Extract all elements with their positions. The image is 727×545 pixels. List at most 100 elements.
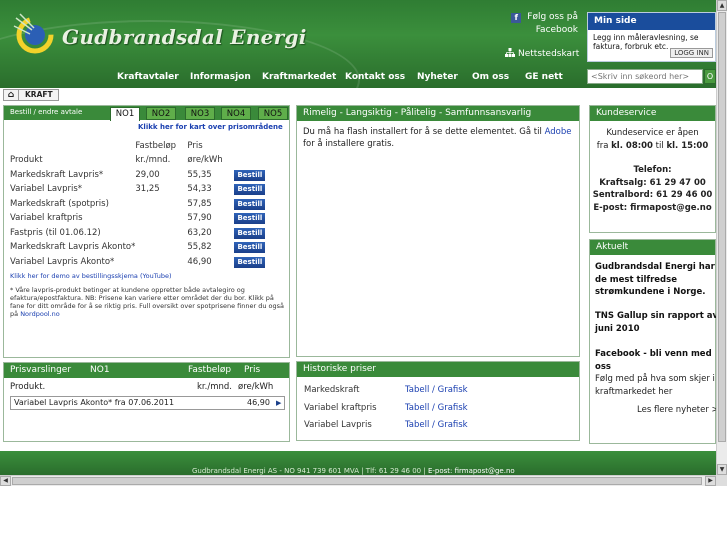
nav-ge-nett[interactable]: GE nett	[525, 72, 563, 82]
slogan-box: Rimelig - Langsiktig - Pålitelig - Samfu…	[296, 105, 580, 357]
play-arrow-icon[interactable]: ▶	[276, 397, 281, 409]
product-name: Markedskraft (spotpris)	[10, 198, 109, 209]
price-value: 63,20	[187, 227, 212, 238]
nav-nyheter[interactable]: Nyheter	[417, 72, 458, 82]
product-name: Markedskraft Lavpris*	[10, 169, 104, 180]
price-alert-title: Prisvarslinger	[10, 365, 72, 375]
price-alert-product-label: Produkt.	[10, 382, 46, 392]
fixed-fee: 31,25	[135, 184, 160, 195]
scroll-corner	[716, 475, 727, 486]
map-link[interactable]: Klikk her for kart over prisområdene	[138, 123, 283, 131]
scroll-left-icon[interactable]: ◀	[0, 476, 11, 486]
nordpool-link[interactable]: Nordpool.no	[20, 310, 60, 318]
home-icon[interactable]: ⌂	[3, 89, 19, 101]
breadcrumb-kraft[interactable]: KRAFT	[19, 89, 59, 101]
price-alert-select[interactable]: Variabel Lavpris Akonto* fra 07.06.2011 …	[10, 396, 285, 410]
email-link[interactable]: E-post: firmapost@ge.no	[590, 202, 715, 215]
news-box: Aktuelt Gudbrandsdal Energi har de mest …	[589, 239, 726, 444]
product-name: Variabel Lavpris Akonto*	[10, 256, 115, 267]
price-table: Fastbeløp Pris Produkt kr./mnd. øre/kWh …	[10, 139, 280, 270]
product-name: Variabel Lavpris*	[10, 184, 83, 195]
page: Gudbrandsdal Energi f Følg oss på Faceboo…	[0, 0, 726, 475]
history-label: Variabel Lavpris	[304, 420, 372, 430]
nav-informasjon[interactable]: Informasjon	[190, 72, 251, 82]
flash-message: Du må ha flash installert for å se dette…	[297, 121, 579, 155]
search-input[interactable]	[587, 69, 703, 84]
footer: Gudbrandsdal Energi AS - NO 941 739 601 …	[0, 451, 716, 475]
price-value: 57,90	[187, 213, 212, 224]
tab-no2[interactable]: NO2	[146, 107, 176, 120]
scroll-right-icon[interactable]: ▶	[705, 476, 716, 486]
news-title: Aktuelt	[590, 240, 715, 255]
product-name: Fastpris (til 01.06.12)	[10, 227, 101, 238]
col-fixed-unit: kr./mnd.	[135, 155, 171, 166]
order-button[interactable]: Bestill	[234, 256, 266, 268]
col-product-label: Produkt	[10, 155, 43, 166]
news-item[interactable]: TNS Gallup sin rapport av juni 2010	[595, 310, 719, 335]
history-label: Variabel kraftpris	[304, 403, 377, 413]
price-alert-col-price: Pris	[244, 365, 261, 375]
customer-service-box: Kundeservice Kundeservice er åpen fra kl…	[589, 105, 716, 233]
phone-label: Telefon:	[633, 165, 672, 175]
news-item[interactable]: Facebook - bli venn med oss Følg med på h…	[595, 348, 719, 398]
nav-kraftavtaler[interactable]: Kraftavtaler	[117, 72, 179, 82]
more-news-link[interactable]: Les flere nyheter >>	[637, 404, 727, 417]
nav-kontakt-oss[interactable]: Kontakt oss	[345, 72, 405, 82]
order-button[interactable]: Bestill	[234, 213, 266, 225]
logo-text[interactable]: Gudbrandsdal Energi	[62, 25, 307, 49]
bestill-label: Bestill / endre avtale	[10, 108, 83, 116]
search-button[interactable]: O	[704, 69, 716, 84]
sitemap-link[interactable]: Nettstedskart	[505, 48, 579, 59]
sitemap-icon	[505, 48, 515, 57]
order-button[interactable]: Bestill	[234, 169, 266, 181]
login-button[interactable]: LOGG INN	[670, 48, 713, 58]
history-links[interactable]: Tabell / Grafisk	[405, 403, 468, 413]
scroll-down-icon[interactable]: ▼	[717, 464, 727, 475]
vertical-scrollbar[interactable]: ▲ ▼	[716, 0, 727, 475]
price-value: 57,85	[187, 198, 212, 209]
history-links[interactable]: Tabell / Grafisk	[405, 385, 468, 395]
min-side-title: Min side	[588, 13, 715, 30]
nav-om-oss[interactable]: Om oss	[472, 72, 509, 82]
area-tabs: Bestill / endre avtale NO1 NO2 NO3 NO4 N…	[4, 106, 289, 121]
order-button[interactable]: Bestill	[234, 227, 266, 239]
tab-no1[interactable]: NO1	[110, 107, 140, 121]
phone-sentralbord: Sentralbord: 61 29 46 00	[592, 190, 713, 200]
facebook-line1: Følg oss på	[527, 12, 578, 22]
tab-no5[interactable]: NO5	[258, 107, 288, 120]
price-alert-selected-price: 46,90	[247, 398, 270, 407]
price-value: 54,33	[187, 184, 212, 195]
news-item[interactable]: Gudbrandsdal Energi har de mest tilfreds…	[595, 261, 719, 299]
tab-no4[interactable]: NO4	[221, 107, 251, 120]
price-alert-unit-price: øre/kWh	[238, 382, 274, 392]
order-button[interactable]: Bestill	[234, 198, 266, 210]
order-button[interactable]: Bestill	[234, 242, 266, 254]
order-button[interactable]: Bestill	[234, 184, 266, 196]
history-title: Historiske priser	[297, 362, 579, 377]
scroll-up-icon[interactable]: ▲	[717, 0, 727, 11]
min-side-panel: Min side Legg inn måleravlesning, se fak…	[587, 12, 716, 62]
nav-kraftmarkedet[interactable]: Kraftmarkedet	[262, 72, 336, 82]
price-alert-area: NO1	[90, 365, 110, 375]
service-hours: Kundeservice er åpen fra kl. 08:00 til k…	[590, 127, 715, 214]
table-row: Markedskraft (spotpris) 57,85 Bestill	[10, 197, 280, 212]
footer-email-link[interactable]: E-post: firmapost@ge.no	[428, 467, 515, 475]
scroll-thumb[interactable]	[718, 12, 726, 442]
product-name: Variabel kraftpris	[10, 213, 83, 224]
scroll-thumb-horizontal[interactable]	[12, 477, 702, 485]
demo-link[interactable]: Klikk her for demo av bestillingsskjema …	[10, 272, 171, 280]
table-row: Markedskraft Lavpris* 29,00 55,35 Bestil…	[10, 168, 280, 183]
facebook-link[interactable]: f Følg oss på Facebook	[510, 11, 578, 37]
table-row: Variabel kraftpris 57,90 Bestill	[10, 212, 280, 227]
horizontal-scrollbar[interactable]: ◀ ▶	[0, 475, 716, 486]
disclaimer: * Våre lavpris-produkt betinger at kunde…	[10, 286, 286, 318]
fixed-fee	[135, 197, 187, 212]
tab-no3[interactable]: NO3	[185, 107, 215, 120]
adobe-link[interactable]: Adobe	[545, 127, 572, 137]
table-row: Fastpris (til 01.06.12) 63,20 Bestill	[10, 226, 280, 241]
history-box: Historiske priser Markedskraft Tabell / …	[296, 361, 580, 441]
breadcrumb: ⌂ KRAFT	[3, 89, 59, 101]
price-alert-selected: Variabel Lavpris Akonto* fra 07.06.2011	[14, 398, 175, 407]
history-links[interactable]: Tabell / Grafisk	[405, 420, 468, 430]
logo-icon	[13, 13, 54, 54]
